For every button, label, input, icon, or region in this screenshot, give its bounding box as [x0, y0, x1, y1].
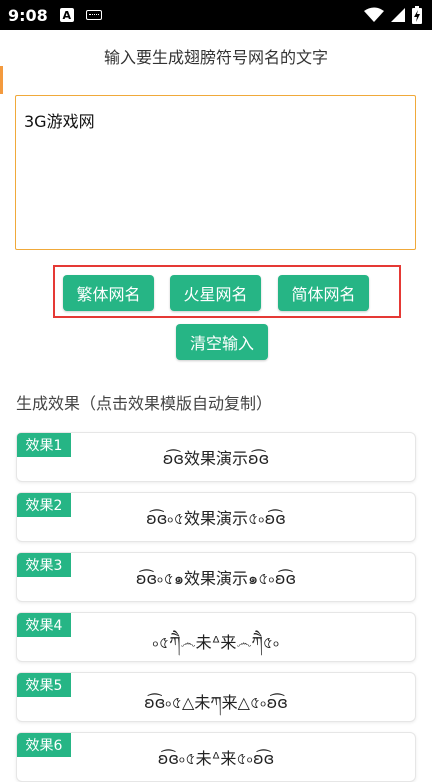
results-section-title: 生成效果（点击效果模版自动复制）	[16, 394, 273, 413]
result-card-4[interactable]: 效果4 ৹৫ཀཻ෴未ᐞ来෴ཀཻ৫৹	[16, 612, 416, 662]
simplified-name-button[interactable]: 简体网名	[278, 275, 369, 311]
result-card-2[interactable]: 效果2 ʚ͡ɞ৹৫效果演示৫৹ʚ͡ɞ	[16, 492, 416, 542]
left-edge-marker	[0, 66, 3, 94]
battery-charging-icon	[412, 6, 422, 24]
result-text: ৹৫ཀཻ෴未ᐞ来෴ཀཻ৫৹	[152, 633, 280, 652]
clear-input-button[interactable]: 清空输入	[176, 324, 268, 360]
martian-name-button[interactable]: 火星网名	[170, 275, 261, 311]
signal-icon	[391, 8, 405, 22]
status-bar: 9:08 A	[0, 0, 432, 30]
result-card-3[interactable]: 效果3 ʚ͡ɞ৹৫๑效果演示๑৫৹ʚ͡ɞ	[16, 552, 416, 602]
status-time: 9:08	[8, 5, 48, 25]
keyboard-icon	[85, 10, 102, 20]
result-card-6[interactable]: 效果6 ʚ͡ɞ৹৫未ᐞ来৫৹ʚ͡ɞ	[16, 732, 416, 782]
traditional-name-button[interactable]: 繁体网名	[63, 275, 154, 311]
result-text: ʚ͡ɞ效果演示ʚ͡ɞ	[162, 449, 270, 468]
input-prompt-label: 输入要生成翅膀符号网名的文字	[103, 48, 328, 67]
result-text: ʚ͡ɞ৹৫△未ཀ来△৫৹ʚ͡ɞ	[144, 693, 288, 712]
result-card-5[interactable]: 效果5 ʚ͡ɞ৹৫△未ཀ来△৫৹ʚ͡ɞ	[16, 672, 416, 722]
status-right	[364, 6, 422, 24]
notification-a-icon: A	[59, 8, 74, 22]
name-text-input[interactable]: 3G游戏网	[15, 95, 416, 250]
wifi-icon	[364, 7, 384, 22]
result-card-1[interactable]: 效果1 ʚ͡ɞ效果演示ʚ͡ɞ	[16, 432, 416, 482]
result-text: ʚ͡ɞ৹৫效果演示৫৹ʚ͡ɞ	[146, 509, 286, 528]
status-left: 9:08 A	[8, 6, 102, 25]
result-text: ʚ͡ɞ৹৫๑效果演示๑৫৹ʚ͡ɞ	[135, 569, 297, 588]
